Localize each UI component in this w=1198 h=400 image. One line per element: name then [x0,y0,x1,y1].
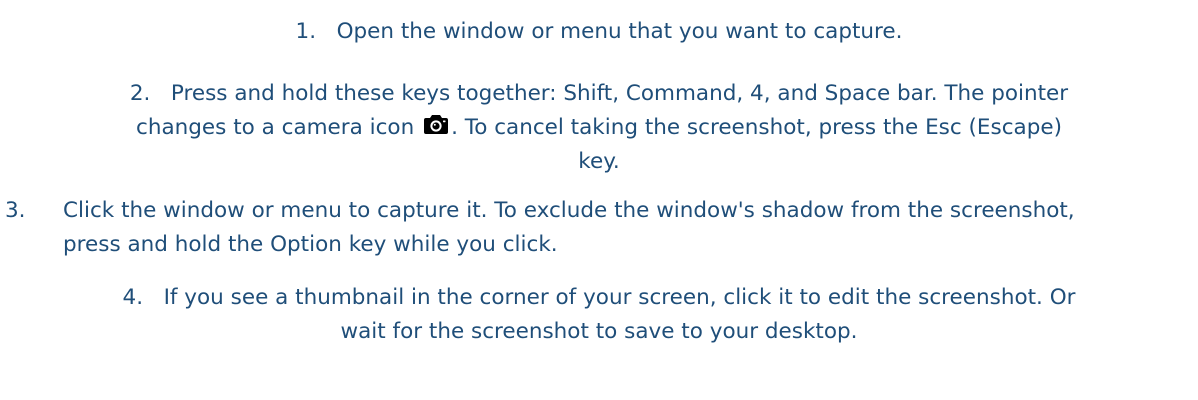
step-text: Click the window or menu to capture it. … [63,198,1075,257]
step-4: 4. If you see a thumbnail in the corner … [0,281,1198,349]
step-number: 4. [122,285,144,310]
step-number: 2. [129,81,151,106]
step-text-part-4: key. [578,149,620,174]
step-text-part-1: Press and hold these keys together: Shif… [170,81,1069,106]
step-2: 2. Press and hold these keys together: S… [0,77,1198,179]
step-1: 1. Open the window or menu that you want… [0,15,1198,49]
step-text-part-3: . To cancel taking the screenshot, press… [451,115,1062,140]
step-text-part-2: wait for the screenshot to save to your … [340,319,858,344]
step-3: 3. Click the window or menu to capture it… [5,194,1103,262]
camera-icon [423,111,449,137]
step-text: Open the window or menu that you want to… [336,19,903,44]
step-text-part-2: changes to a camera icon [136,115,415,140]
step-number: 3. [5,198,26,223]
step-text-part-1: If you see a thumbnail in the corner of … [163,285,1076,310]
step-number: 1. [295,19,317,44]
